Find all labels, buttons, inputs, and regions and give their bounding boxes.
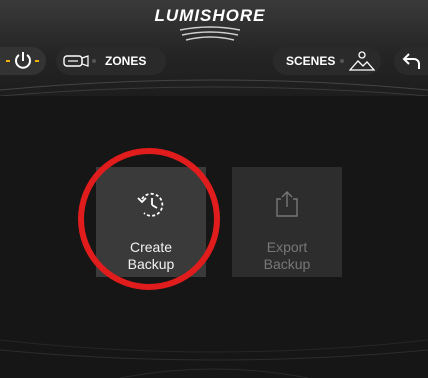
zones-label: ZONES: [105, 54, 147, 68]
create-backup-button[interactable]: Create Backup: [96, 167, 206, 277]
export-backup-label-line2: Backup: [263, 256, 311, 272]
back-arrow-icon: [402, 53, 420, 69]
create-backup-label-line2: Backup: [127, 256, 175, 272]
light-fixture-icon: [63, 55, 89, 67]
export-backup-button[interactable]: Export Backup: [232, 167, 342, 277]
logo-waves-icon: [179, 26, 241, 41]
restore-clock-icon: [137, 192, 164, 217]
export-backup-label: Export Backup: [232, 239, 342, 273]
create-backup-label: Create Backup: [96, 239, 206, 273]
power-button[interactable]: [0, 47, 46, 75]
create-backup-label-line1: Create: [129, 239, 173, 255]
zones-button[interactable]: ZONES: [56, 47, 166, 75]
brand-name: LUMISHORE: [154, 6, 266, 25]
mountain-sun-icon: [349, 51, 375, 71]
back-button[interactable]: [394, 47, 428, 75]
scenes-button[interactable]: SCENES: [273, 47, 381, 75]
brand-logo: LUMISHORE: [130, 6, 290, 46]
scenes-label: SCENES: [286, 54, 336, 68]
separator-dot: [92, 59, 96, 63]
power-icon: [6, 52, 39, 69]
share-export-icon: [276, 191, 298, 217]
export-backup-label-line1: Export: [266, 239, 308, 255]
app-screen: LUMISHORE ZONES SCENES Create Backup Exp…: [0, 0, 428, 378]
header-bar: LUMISHORE ZONES SCENES: [0, 0, 428, 96]
footer-decoration: [0, 339, 428, 378]
separator-dot: [340, 59, 344, 63]
